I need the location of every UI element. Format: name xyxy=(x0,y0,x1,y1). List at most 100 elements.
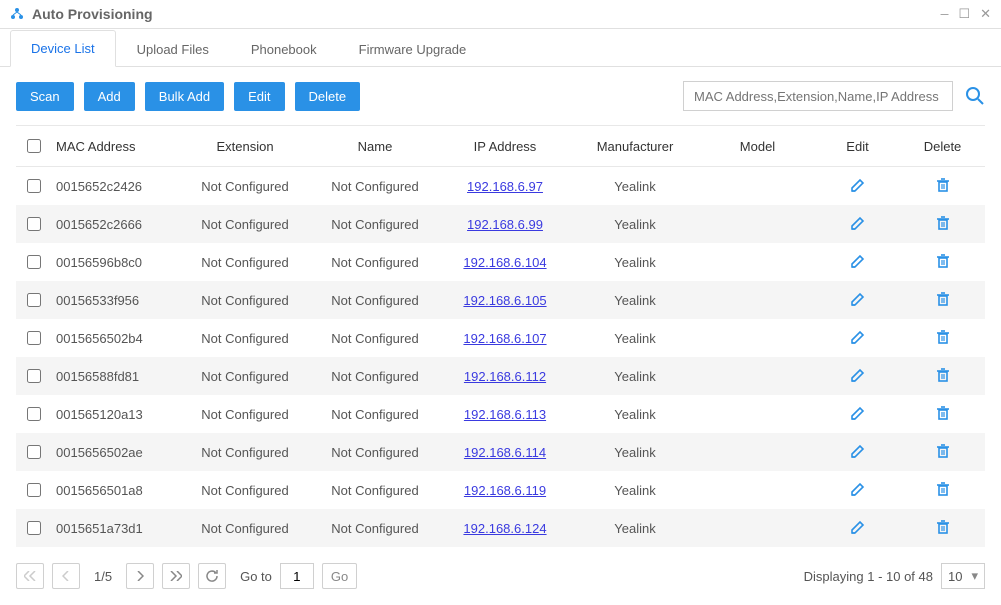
col-name: Name xyxy=(310,126,440,167)
cell-extension: Not Configured xyxy=(180,357,310,395)
ip-link[interactable]: 192.168.6.113 xyxy=(464,407,546,422)
tab-upload-files[interactable]: Upload Files xyxy=(116,31,230,67)
tab-firmware-upgrade[interactable]: Firmware Upgrade xyxy=(338,31,488,67)
delete-icon[interactable] xyxy=(935,481,951,497)
cell-name: Not Configured xyxy=(310,509,440,547)
next-page-button[interactable] xyxy=(126,563,154,589)
scan-button[interactable]: Scan xyxy=(16,82,74,111)
edit-icon[interactable] xyxy=(850,481,866,497)
add-button[interactable]: Add xyxy=(84,82,135,111)
cell-mac: 0015656502ae xyxy=(50,433,180,471)
row-checkbox[interactable] xyxy=(27,521,41,535)
delete-icon[interactable] xyxy=(935,329,951,345)
window-controls: — ☐ ✕ xyxy=(941,7,991,22)
cell-model xyxy=(700,319,815,357)
delete-icon[interactable] xyxy=(935,291,951,307)
cell-mac: 00156533f956 xyxy=(50,281,180,319)
edit-icon[interactable] xyxy=(850,177,866,193)
app-icon xyxy=(10,7,24,21)
delete-icon[interactable] xyxy=(935,367,951,383)
cell-name: Not Configured xyxy=(310,433,440,471)
delete-icon[interactable] xyxy=(935,177,951,193)
row-checkbox[interactable] xyxy=(27,445,41,459)
delete-icon[interactable] xyxy=(935,405,951,421)
cell-extension: Not Configured xyxy=(180,433,310,471)
ip-link[interactable]: 192.168.6.107 xyxy=(463,331,546,346)
close-button[interactable]: ✕ xyxy=(980,7,991,22)
ip-link[interactable]: 192.168.6.99 xyxy=(467,217,543,232)
delete-icon[interactable] xyxy=(935,215,951,231)
cell-model xyxy=(700,395,815,433)
prev-page-button[interactable] xyxy=(52,563,80,589)
row-checkbox[interactable] xyxy=(27,369,41,383)
bulk-add-button[interactable]: Bulk Add xyxy=(145,82,224,111)
display-range: Displaying 1 - 10 of 48 xyxy=(804,569,933,584)
ip-link[interactable]: 192.168.6.105 xyxy=(463,293,546,308)
tab-phonebook[interactable]: Phonebook xyxy=(230,31,338,67)
edit-icon[interactable] xyxy=(850,367,866,383)
delete-icon[interactable] xyxy=(935,253,951,269)
cell-manufacturer: Yealink xyxy=(570,205,700,243)
edit-icon[interactable] xyxy=(850,253,866,269)
ip-link[interactable]: 192.168.6.119 xyxy=(464,483,546,498)
cell-name: Not Configured xyxy=(310,243,440,281)
search-group xyxy=(683,81,985,111)
ip-link[interactable]: 192.168.6.124 xyxy=(463,521,546,536)
ip-link[interactable]: 192.168.6.114 xyxy=(464,445,546,460)
select-all-checkbox[interactable] xyxy=(27,139,41,153)
col-edit: Edit xyxy=(815,126,900,167)
goto-input[interactable] xyxy=(280,563,314,589)
edit-icon[interactable] xyxy=(850,443,866,459)
cell-mac: 0015656501a8 xyxy=(50,471,180,509)
row-checkbox[interactable] xyxy=(27,331,41,345)
first-page-button[interactable] xyxy=(16,563,44,589)
cell-model xyxy=(700,167,815,206)
cell-name: Not Configured xyxy=(310,281,440,319)
search-icon[interactable] xyxy=(965,86,985,106)
col-model: Model xyxy=(700,126,815,167)
ip-link[interactable]: 192.168.6.112 xyxy=(464,369,546,384)
edit-icon[interactable] xyxy=(850,291,866,307)
page-size-select[interactable]: 10 ▾ xyxy=(941,563,985,589)
cell-manufacturer: Yealink xyxy=(570,509,700,547)
edit-button[interactable]: Edit xyxy=(234,82,284,111)
cell-mac: 0015652c2666 xyxy=(50,205,180,243)
row-checkbox[interactable] xyxy=(27,179,41,193)
ip-link[interactable]: 192.168.6.97 xyxy=(467,179,543,194)
cell-extension: Not Configured xyxy=(180,205,310,243)
delete-icon[interactable] xyxy=(935,519,951,535)
col-ip: IP Address xyxy=(440,126,570,167)
cell-manufacturer: Yealink xyxy=(570,319,700,357)
col-manufacturer: Manufacturer xyxy=(570,126,700,167)
refresh-button[interactable] xyxy=(198,563,226,589)
cell-extension: Not Configured xyxy=(180,281,310,319)
window-title: Auto Provisioning xyxy=(32,6,153,22)
row-checkbox[interactable] xyxy=(27,255,41,269)
row-checkbox[interactable] xyxy=(27,407,41,421)
cell-mac: 00156596b8c0 xyxy=(50,243,180,281)
maximize-button[interactable]: ☐ xyxy=(958,7,970,22)
cell-manufacturer: Yealink xyxy=(570,471,700,509)
delete-button[interactable]: Delete xyxy=(295,82,361,111)
last-page-button[interactable] xyxy=(162,563,190,589)
device-table: MAC Address Extension Name IP Address Ma… xyxy=(16,125,985,547)
table-row: 0015651a73d1Not ConfiguredNot Configured… xyxy=(16,509,985,547)
edit-icon[interactable] xyxy=(850,519,866,535)
search-input[interactable] xyxy=(683,81,953,111)
cell-extension: Not Configured xyxy=(180,319,310,357)
cell-manufacturer: Yealink xyxy=(570,357,700,395)
edit-icon[interactable] xyxy=(850,405,866,421)
edit-icon[interactable] xyxy=(850,329,866,345)
row-checkbox[interactable] xyxy=(27,483,41,497)
cell-name: Not Configured xyxy=(310,319,440,357)
go-button[interactable]: Go xyxy=(322,563,357,589)
row-checkbox[interactable] xyxy=(27,293,41,307)
table-row: 0015656501a8Not ConfiguredNot Configured… xyxy=(16,471,985,509)
delete-icon[interactable] xyxy=(935,443,951,459)
minimize-button[interactable]: — xyxy=(941,7,949,22)
tab-device-list[interactable]: Device List xyxy=(10,30,116,67)
edit-icon[interactable] xyxy=(850,215,866,231)
table-row: 0015652c2426Not ConfiguredNot Configured… xyxy=(16,167,985,206)
ip-link[interactable]: 192.168.6.104 xyxy=(463,255,546,270)
row-checkbox[interactable] xyxy=(27,217,41,231)
